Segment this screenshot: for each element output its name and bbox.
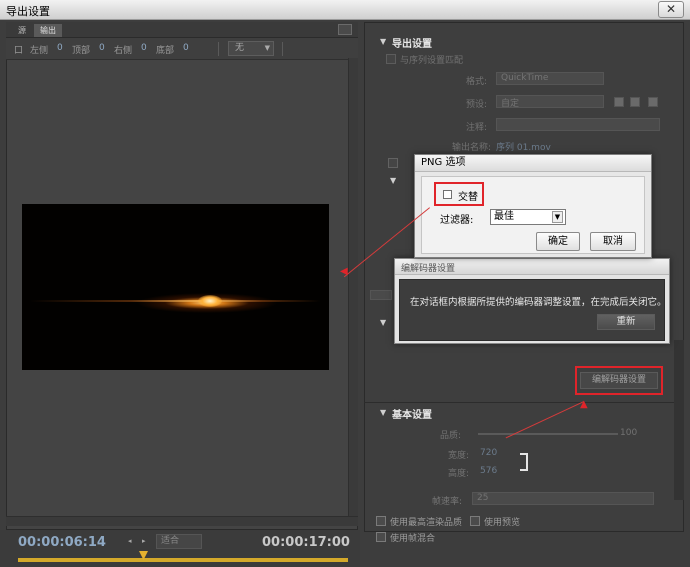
total-duration: 00:00:17:00: [262, 535, 350, 550]
frame-rate-value: 25: [477, 493, 489, 503]
codec-dialog-title: 编解码器设置: [401, 264, 456, 274]
window-titlebar: 导出设置 ✕: [0, 0, 690, 20]
set-in-icon[interactable]: ◂: [128, 537, 132, 545]
crop-left-value[interactable]: 0: [57, 43, 63, 53]
filter-label: 过滤器:: [440, 215, 474, 226]
max-render-quality-checkbox[interactable]: [376, 516, 386, 526]
frame-rate-label: 帧速率:: [432, 497, 463, 507]
basic-settings-triangle-icon[interactable]: ▼: [380, 408, 386, 417]
crop-top-value[interactable]: 0: [99, 43, 105, 53]
max-render-quality-label: 使用最高渲染品质: [390, 518, 463, 528]
match-sequence-checkbox[interactable]: [386, 54, 396, 64]
import-preset-icon[interactable]: [630, 97, 640, 107]
preset-label: 预设:: [466, 100, 488, 110]
close-icon[interactable]: ✕: [658, 1, 684, 18]
export-video-checkbox[interactable]: [388, 158, 398, 168]
link-dimensions-icon[interactable]: [520, 453, 528, 471]
lens-flare-core: [198, 295, 222, 307]
source-tabs: 源 输出: [6, 22, 358, 38]
crop-top-label: 顶部: [72, 46, 91, 56]
height-value[interactable]: 576: [480, 466, 497, 476]
arrowhead-icon: ◀: [340, 266, 348, 277]
crop-bottom-label: 底部: [156, 46, 175, 56]
save-preset-icon[interactable]: [614, 97, 624, 107]
output-name-label: 输出名称:: [452, 143, 492, 153]
delete-preset-icon[interactable]: [648, 97, 658, 107]
filter-select-value: 最佳: [494, 211, 514, 222]
frame-rate-select[interactable]: 25: [472, 492, 654, 505]
aspect-select[interactable]: 无 ▼: [228, 41, 274, 56]
crop-bottom-value[interactable]: 0: [183, 43, 189, 53]
crop-tool-icon[interactable]: 口: [14, 43, 23, 56]
chevron-down-icon: ▼: [552, 211, 563, 223]
codec-dialog-titlebar: 编解码器设置: [395, 259, 669, 275]
format-select[interactable]: QuickTime: [496, 72, 604, 85]
set-out-icon[interactable]: ▸: [142, 537, 146, 545]
fit-select-value: 适合: [161, 536, 180, 546]
video-preview: [22, 204, 329, 370]
width-label: 宽度:: [448, 451, 470, 461]
divider: [364, 402, 684, 403]
preset-select[interactable]: 自定: [496, 95, 604, 109]
ok-button[interactable]: 确定: [536, 232, 580, 251]
tab-source[interactable]: 源: [12, 24, 32, 37]
collapse-triangle-icon[interactable]: ▼: [380, 37, 386, 46]
frame-blending-label: 使用帧混合: [390, 534, 436, 544]
settings-scrollbar[interactable]: [674, 340, 684, 500]
tab-output[interactable]: 输出: [34, 24, 62, 37]
quality-label: 品质:: [440, 431, 462, 441]
format-value: QuickTime: [501, 73, 549, 83]
tab-button[interactable]: [370, 290, 392, 300]
format-label: 格式:: [466, 77, 488, 87]
quality-value[interactable]: 100: [620, 428, 637, 438]
frame-blending-checkbox[interactable]: [376, 532, 386, 542]
comments-input[interactable]: [496, 118, 660, 131]
height-label: 高度:: [448, 469, 470, 479]
png-dialog-title: PNG 选项: [415, 155, 651, 172]
quality-slider[interactable]: [478, 433, 618, 435]
divider: [218, 42, 219, 56]
crop-right-label: 右侧: [114, 46, 133, 56]
output-name-value[interactable]: 序列 01.mov: [496, 140, 551, 153]
codec-dialog-body: [399, 279, 665, 341]
crop-left-label: 左侧: [30, 46, 49, 56]
use-previews-label: 使用预览: [484, 518, 521, 528]
reset-button[interactable]: 重新: [597, 314, 655, 330]
highlight-box: [434, 182, 484, 206]
match-sequence-label: 与序列设置匹配: [400, 56, 464, 66]
basic-settings-header: 基本设置: [392, 410, 432, 421]
summary-triangle-icon[interactable]: ▼: [390, 176, 396, 185]
panel-menu-icon[interactable]: [338, 24, 352, 35]
use-previews-checkbox[interactable]: [470, 516, 480, 526]
chevron-down-icon: ▼: [264, 44, 270, 52]
highlight-box: [575, 366, 663, 395]
export-settings-header: 导出设置: [392, 39, 432, 50]
window-title: 导出设置: [6, 5, 50, 18]
codec-dialog-message: 在对话框内根据所提供的编码器调整设置，在完成后关闭它。: [410, 297, 667, 308]
aspect-select-value: 无: [235, 43, 245, 53]
cancel-button[interactable]: 取消: [590, 232, 636, 251]
lens-flare-streak: [30, 300, 320, 302]
crop-toolbar: 口 左侧 0 顶部 0 右侧 0 底部 0 无 ▼: [6, 38, 358, 60]
preset-value: 自定: [501, 99, 520, 109]
preview-vertical-scrollbar[interactable]: [348, 58, 358, 518]
timeline-track[interactable]: [18, 558, 348, 562]
comments-label: 注释:: [466, 123, 488, 133]
current-timecode[interactable]: 00:00:06:14: [18, 535, 106, 550]
preview-horizontal-scrollbar[interactable]: [6, 516, 358, 526]
divider: [282, 42, 283, 56]
crop-right-value[interactable]: 0: [141, 43, 147, 53]
video-section-triangle-icon[interactable]: ▼: [380, 318, 386, 327]
arrowhead-icon: ▲: [580, 399, 588, 410]
filter-select[interactable]: 最佳 ▼: [490, 209, 566, 225]
fit-select[interactable]: 适合: [156, 534, 202, 549]
width-value[interactable]: 720: [480, 448, 497, 458]
